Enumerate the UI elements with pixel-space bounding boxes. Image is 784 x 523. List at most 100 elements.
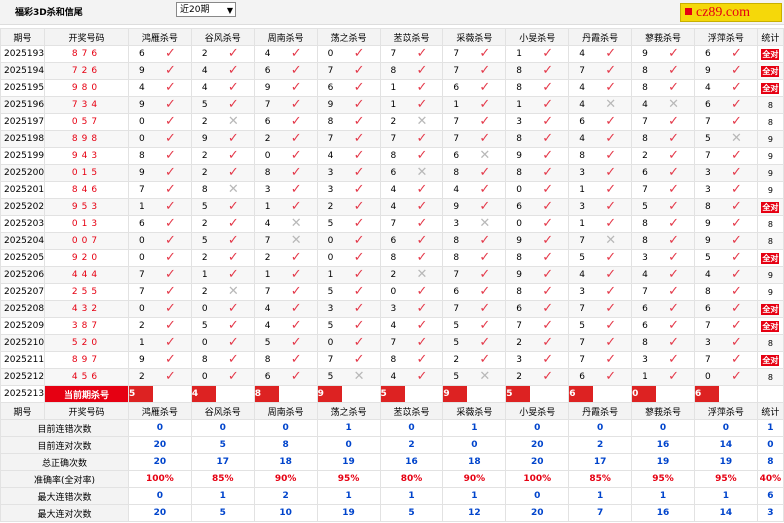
kill-cell-content: 4 ✓ [381,183,442,198]
table-row: 2025208 432 0 ✓ 0 ✓ 4 ✓ 3 ✓ 3 ✓ 7 ✓ 6 ✓ 7 ✓ 6 ✓ 6 ✓ 全对 [0,300,784,318]
kill-number: 3 [327,168,334,178]
kill-cell-content: 7 ✓ [695,115,756,130]
check-icon: ✓ [730,369,742,385]
kill-cell: 1 ✓ [379,96,444,114]
kill-number: 7 [704,117,711,127]
check-icon: ✓ [353,352,365,368]
current-kill-number: 9 [443,386,468,402]
kill-cell: 3 ✓ [568,283,633,301]
kill-cell: 8 ✓ [442,232,507,250]
kill-cell: 5 ✕ [693,130,758,148]
kill-cell-content: 2 ✕ [192,285,253,300]
kill-cell-content: 0 ✓ [318,234,379,249]
kill-cell-content: 4 ✓ [695,268,756,283]
current-kill-number: 5 [129,386,153,402]
column-header: 期号 [0,28,46,46]
column-header: 采薇杀号 [442,28,507,46]
kill-cell: 8 ✓ [190,351,255,369]
kill-number: 8 [516,66,523,76]
kill-cell-content: 6 ✓ [255,115,316,130]
kill-cell: 7 ✓ [316,351,381,369]
kill-number: 8 [390,66,397,76]
period-select[interactable]: 近20期 ▼ [176,2,236,17]
column-header: 鸿雁杀号 [127,28,192,46]
kill-cell-content: 7 ✓ [695,319,756,334]
row-stat: 全对 [756,45,784,63]
correct-count: 9 [767,134,773,144]
kill-number: 9 [516,151,523,161]
kill-cell-content: 1 ✓ [444,98,505,113]
stats-value: 20 [505,436,570,454]
site-logo[interactable]: cz89.com [680,3,782,22]
kill-cell: 0 ✓ [379,283,444,301]
check-icon: ✓ [290,335,302,351]
kill-number: 2 [264,253,271,263]
kill-cell-content: 6 ✓ [570,115,631,130]
kill-cell: 0 ✓ [127,130,192,148]
check-icon: ✓ [164,267,176,283]
kill-cell: 1 ✓ [127,334,192,352]
kill-cell: 7 ✓ [379,45,444,63]
check-icon: ✓ [227,369,239,385]
stats-value: 20 [127,504,192,522]
check-icon: ✓ [668,148,679,164]
kill-cell: 9 ✓ [127,62,192,80]
kill-number: 2 [390,270,397,280]
kill-cell: 1 ✓ [505,96,570,114]
kill-number: 4 [264,304,271,314]
check-icon: ✓ [353,80,365,96]
correct-count: 9 [767,185,773,195]
kill-cell-content: 3 ✓ [570,200,631,215]
cross-icon: ✕ [416,114,428,130]
kill-number: 1 [390,100,397,110]
winning-number: 057 [44,113,129,131]
check-icon: ✓ [479,250,491,266]
stats-value: 19 [631,453,695,471]
kill-number: 6 [264,66,271,76]
row-stat: 9 [756,147,784,165]
stats-value: 17 [568,453,633,471]
check-icon: ✓ [353,97,365,113]
kill-cell: 2 ✓ [253,249,318,267]
row-stat: 8 [756,334,784,352]
kill-cell-content: 8 ✓ [633,81,694,96]
kill-cell: 7 ✓ [442,266,507,284]
kill-cell: 7 ✓ [379,334,444,352]
check-icon: ✓ [164,318,176,334]
kill-number: 6 [264,117,271,127]
stats-row: 最大连对次数 20 5 10 19 5 12 20 7 16 14 3 [0,504,784,522]
kill-cell: 4 ✓ [568,45,633,63]
kill-number: 3 [264,185,271,195]
check-icon: ✓ [227,131,239,147]
kill-number: 3 [516,355,523,365]
stats-value: 0 [127,419,192,437]
cross-icon: ✕ [416,165,428,181]
kill-cell-content: 0 ✓ [318,336,379,351]
stats-row: 准确率(全对率) 100% 85% 90% 95% 80% 90% 100% 85% 95% 95%… [0,470,784,488]
kill-number: 8 [390,151,397,161]
kill-cell-content: 8 ✓ [444,250,505,266]
stats-value: 1 [379,487,444,505]
kill-cell-content: 9 ✓ [129,98,190,113]
kill-cell: 2 ✕ [190,113,255,131]
check-icon: ✓ [164,301,176,317]
kill-number: 3 [453,219,460,229]
kill-cell: 7 ✕ [253,232,318,250]
kill-number: 6 [704,49,711,59]
kill-number: 3 [579,287,585,297]
kill-cell: 7 ✓ [693,317,758,335]
check-icon: ✓ [353,148,365,164]
kill-cell-content: 3 ✓ [255,183,316,198]
stats-value: 1 [756,419,784,437]
check-icon: ✓ [542,233,554,249]
kill-number: 8 [704,202,711,212]
kill-cell: 4 ✓ [379,368,444,386]
stats-value: 1 [316,419,381,437]
winning-number: 015 [44,164,129,182]
kill-cell: 7 ✓ [442,62,507,80]
kill-cell-content: 0 ✓ [381,285,442,300]
kill-number: 3 [704,185,711,195]
kill-number: 2 [201,253,208,263]
kill-number: 4 [264,219,271,229]
kill-cell: 3 ✓ [316,164,381,182]
